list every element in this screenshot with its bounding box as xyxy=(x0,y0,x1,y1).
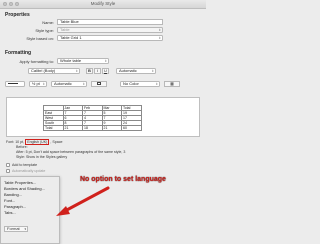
annotation-text: No option to set language xyxy=(80,176,166,183)
modify-style-dialog: Modify Style Properties Name: Table Blue… xyxy=(0,0,206,244)
annotation-arrow-icon xyxy=(56,186,110,216)
